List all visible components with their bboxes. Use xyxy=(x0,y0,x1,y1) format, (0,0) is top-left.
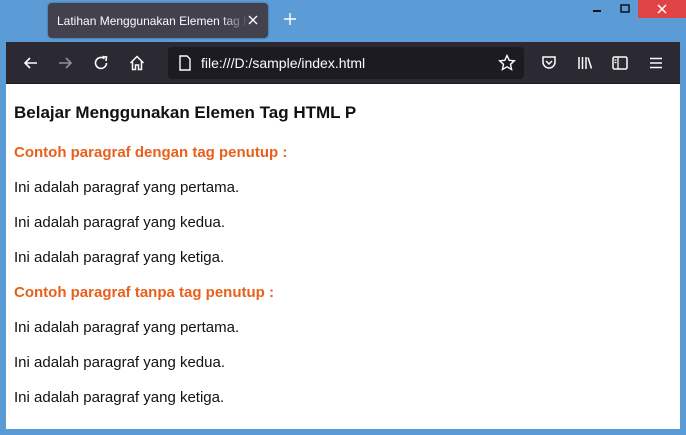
paragraph: Ini adalah paragraf yang pertama. xyxy=(14,319,240,336)
paragraph: Ini adalah paragraf yang kedua. xyxy=(14,214,225,231)
reload-icon[interactable] xyxy=(92,54,110,72)
minimize-button[interactable] xyxy=(588,0,606,18)
window-titlebar: Latihan Menggunakan Elemen tag HTML P xyxy=(0,0,686,42)
tab-title: Latihan Menggunakan Elemen tag HTML P xyxy=(57,13,249,28)
browser-tab[interactable]: Latihan Menggunakan Elemen tag HTML P xyxy=(48,3,268,38)
paragraph: Ini adalah paragraf yang pertama. xyxy=(14,179,240,196)
paragraph: Ini adalah paragraf yang ketiga. xyxy=(14,389,225,406)
bookmark-star-icon[interactable] xyxy=(498,54,516,72)
paragraph: Ini adalah paragraf yang kedua. xyxy=(14,354,225,371)
section-title-with-closing-tag: Contoh paragraf dengan tag penutup : xyxy=(14,144,288,161)
new-tab-icon[interactable] xyxy=(283,12,297,26)
page-content: Belajar Menggunakan Elemen Tag HTML P Co… xyxy=(6,84,680,429)
page-icon xyxy=(179,55,191,71)
section-title-without-closing-tag: Contoh paragraf tanpa tag penutup : xyxy=(14,284,274,301)
window-close-button[interactable] xyxy=(638,0,686,18)
forward-icon[interactable] xyxy=(56,54,74,72)
window-close-icon xyxy=(657,4,667,14)
library-icon[interactable] xyxy=(576,54,594,72)
maximize-icon xyxy=(620,4,630,13)
paragraph: Ini adalah paragraf yang ketiga. xyxy=(14,249,225,266)
pocket-icon[interactable] xyxy=(540,54,558,72)
home-icon[interactable] xyxy=(128,54,146,72)
page-heading: Belajar Menggunakan Elemen Tag HTML P xyxy=(14,103,357,122)
maximize-button[interactable] xyxy=(616,0,634,18)
minimize-icon xyxy=(593,10,601,12)
sidebar-icon[interactable] xyxy=(611,54,629,72)
close-tab-icon[interactable] xyxy=(246,13,260,27)
menu-icon[interactable] xyxy=(647,54,665,72)
back-icon[interactable] xyxy=(22,54,40,72)
url-bar[interactable]: file:///D:/sample/index.html xyxy=(168,47,524,79)
url-text: file:///D:/sample/index.html xyxy=(201,55,366,71)
navigation-toolbar: file:///D:/sample/index.html xyxy=(6,42,680,84)
